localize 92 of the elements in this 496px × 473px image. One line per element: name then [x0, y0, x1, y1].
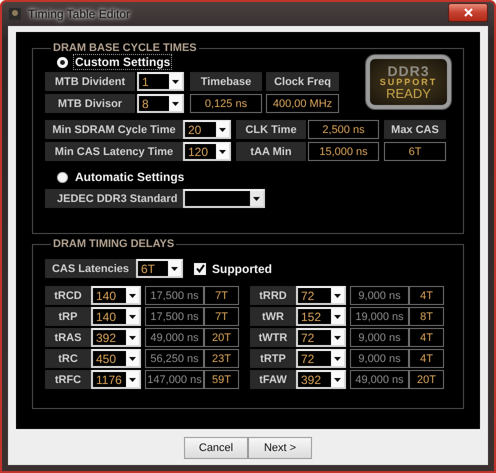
group-title: DRAM TIMING DELAYS — [52, 238, 176, 250]
checkbox[interactable] — [194, 262, 206, 274]
close-button[interactable] — [448, 2, 488, 22]
cycles-value: 20T — [409, 370, 444, 389]
dropdown-arrow-icon — [334, 314, 341, 318]
dropdown[interactable]: 20 — [183, 120, 231, 139]
dropdown-arrow-icon — [334, 294, 341, 298]
dropdown-arrow-icon — [129, 336, 136, 340]
nanoseconds-value: 56,250 ns — [145, 349, 204, 368]
timing-label: tFAW — [250, 370, 296, 389]
dropdown[interactable]: 392 — [296, 370, 346, 389]
timing-label: tWTR — [250, 328, 296, 347]
dropdown-arrow-icon — [334, 356, 341, 360]
timing-label: tRAS — [45, 328, 91, 347]
timing-label: tRTP — [250, 349, 296, 368]
cycles-value: 4T — [409, 328, 444, 347]
dropdown-arrow-icon — [129, 314, 136, 318]
cycles-value: 7T — [204, 286, 239, 305]
timing-label: tRC — [45, 349, 91, 368]
dropdown-arrow-icon — [129, 356, 136, 360]
field-label: tAA Min — [236, 142, 306, 161]
max-cas-value: 6T — [384, 142, 446, 161]
radio-option[interactable]: Custom Settings — [57, 54, 339, 70]
field-label: CAS Latencies — [45, 259, 136, 278]
cycles-value: 7T — [204, 307, 239, 326]
dropdown-arrow-icon — [334, 378, 341, 382]
ddr3-badge: DDR3 SUPPORT READY — [366, 55, 451, 109]
cycles-value: 20T — [204, 328, 239, 347]
field-label: CLK Time — [236, 120, 306, 139]
nanoseconds-value: 17,500 ns — [145, 307, 204, 326]
dropdown[interactable]: 450 — [91, 349, 141, 368]
field-label: MTB Divisor — [45, 94, 135, 113]
dropdown[interactable]: 8 — [137, 94, 184, 113]
group-title: DRAM BASE CYCLE TIMES — [52, 42, 198, 54]
app-icon — [8, 7, 22, 21]
dropdown-arrow-icon — [334, 336, 341, 340]
time-value: 2,500 ns — [308, 120, 379, 139]
field-label: JEDEC DDR3 Standard — [45, 189, 183, 208]
cycles-value: 8T — [409, 307, 444, 326]
cycles-value: 23T — [204, 349, 239, 368]
timing-label: tRFC — [45, 370, 91, 389]
nanoseconds-value: 17,500 ns — [145, 286, 204, 305]
clock-freq-value: 400,00 MHz — [266, 94, 339, 113]
dropdown-arrow-icon — [219, 128, 226, 132]
column-header: Clock Freq — [266, 72, 339, 91]
dropdown[interactable]: 120 — [183, 142, 231, 161]
cycles-value: 4T — [409, 349, 444, 368]
timing-label: tWR — [250, 307, 296, 326]
dropdown[interactable]: 6T — [136, 259, 183, 278]
timing-label: tRP — [45, 307, 91, 326]
dropdown[interactable]: 140 — [91, 286, 141, 305]
dropdown[interactable]: 72 — [296, 328, 346, 347]
cycles-value: 4T — [409, 286, 444, 305]
window-title: Timing Table Editor — [28, 7, 130, 21]
nanoseconds-value: 49,000 ns — [350, 370, 409, 389]
dialog-button[interactable]: Cancel — [184, 437, 248, 459]
dialog-button[interactable]: Next > — [248, 437, 312, 459]
dropdown[interactable]: 72 — [296, 349, 346, 368]
nanoseconds-value: 147,000 ns — [145, 370, 204, 389]
close-icon — [464, 8, 472, 16]
check-icon — [196, 264, 204, 273]
time-value: 15,000 ns — [308, 142, 379, 161]
dropdown[interactable] — [183, 189, 265, 208]
nanoseconds-value: 9,000 ns — [350, 328, 409, 347]
dropdown[interactable]: 392 — [91, 328, 141, 347]
dropdown-arrow-icon — [171, 266, 178, 270]
dropdown[interactable]: 1176 — [91, 370, 141, 389]
field-label: MTB Divident — [45, 72, 135, 91]
nanoseconds-value: 19,000 ns — [350, 307, 409, 326]
dropdown-arrow-icon — [129, 294, 136, 298]
nanoseconds-value: 9,000 ns — [350, 286, 409, 305]
timing-label: tRRD — [250, 286, 296, 305]
field-label: Min CAS Latency Time — [45, 142, 183, 161]
column-header: Max CAS — [384, 120, 446, 139]
dropdown-arrow-icon — [129, 378, 136, 382]
nanoseconds-value: 49,000 ns — [145, 328, 204, 347]
dropdown-arrow-icon — [172, 102, 179, 106]
dropdown[interactable]: 72 — [296, 286, 346, 305]
dropdown-arrow-icon — [172, 80, 179, 84]
dropdown[interactable]: 1 — [137, 72, 184, 91]
dropdown-arrow-icon — [219, 150, 226, 154]
field-label: Min SDRAM Cycle Time — [45, 120, 183, 139]
cycles-value: 59T — [204, 370, 239, 389]
nanoseconds-value: 9,000 ns — [350, 349, 409, 368]
timing-label: tRCD — [45, 286, 91, 305]
dropdown-arrow-icon — [253, 196, 260, 200]
checkbox-label: Supported — [212, 262, 272, 276]
column-header: Timebase — [190, 72, 262, 91]
dropdown[interactable]: 152 — [296, 307, 346, 326]
dropdown[interactable]: 140 — [91, 307, 141, 326]
radio-option[interactable]: Automatic Settings — [57, 169, 186, 185]
timebase-value: 0,125 ns — [190, 94, 262, 113]
